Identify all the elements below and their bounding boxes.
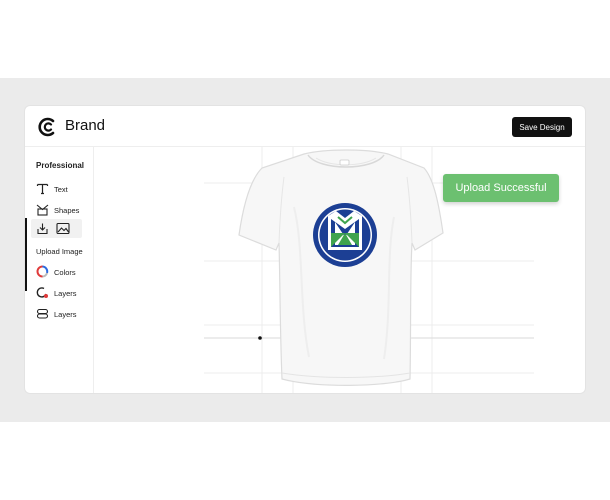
sidebar-item-label: Text	[54, 185, 68, 194]
save-design-button[interactable]: Save Design	[512, 117, 572, 137]
guide-handle-left[interactable]	[258, 336, 262, 340]
shapes-icon	[36, 204, 49, 216]
brand-name: Brand	[65, 117, 106, 134]
tshirt	[238, 149, 444, 386]
brand-logo-icon	[38, 117, 55, 137]
active-indicator	[25, 218, 27, 291]
sidebar-item-upload-image[interactable]: Upload Image	[36, 247, 83, 256]
header: Brand Save Design	[25, 106, 585, 147]
sidebar-item-upload[interactable]	[31, 219, 82, 238]
layers-stack-icon	[36, 308, 49, 319]
sidebar-item-label: Shapes	[54, 206, 80, 215]
upload-success-toast: Upload Successful	[443, 174, 559, 202]
image-icon	[56, 222, 70, 235]
sidebar-item-label: Layers	[54, 310, 77, 319]
sidebar-title: Professional	[36, 161, 85, 170]
layers-icon	[36, 287, 48, 298]
uploaded-logo[interactable]	[313, 203, 377, 267]
app-window: Brand Save Design Professional Text Shap…	[25, 106, 585, 393]
upload-icon	[37, 223, 48, 235]
sidebar: Professional Text Shapes Upload Image Co…	[25, 147, 94, 393]
colors-icon	[36, 265, 49, 278]
sidebar-item-label: Colors	[54, 268, 76, 277]
sidebar-item-label: Layers	[54, 289, 77, 298]
text-icon	[36, 183, 49, 195]
